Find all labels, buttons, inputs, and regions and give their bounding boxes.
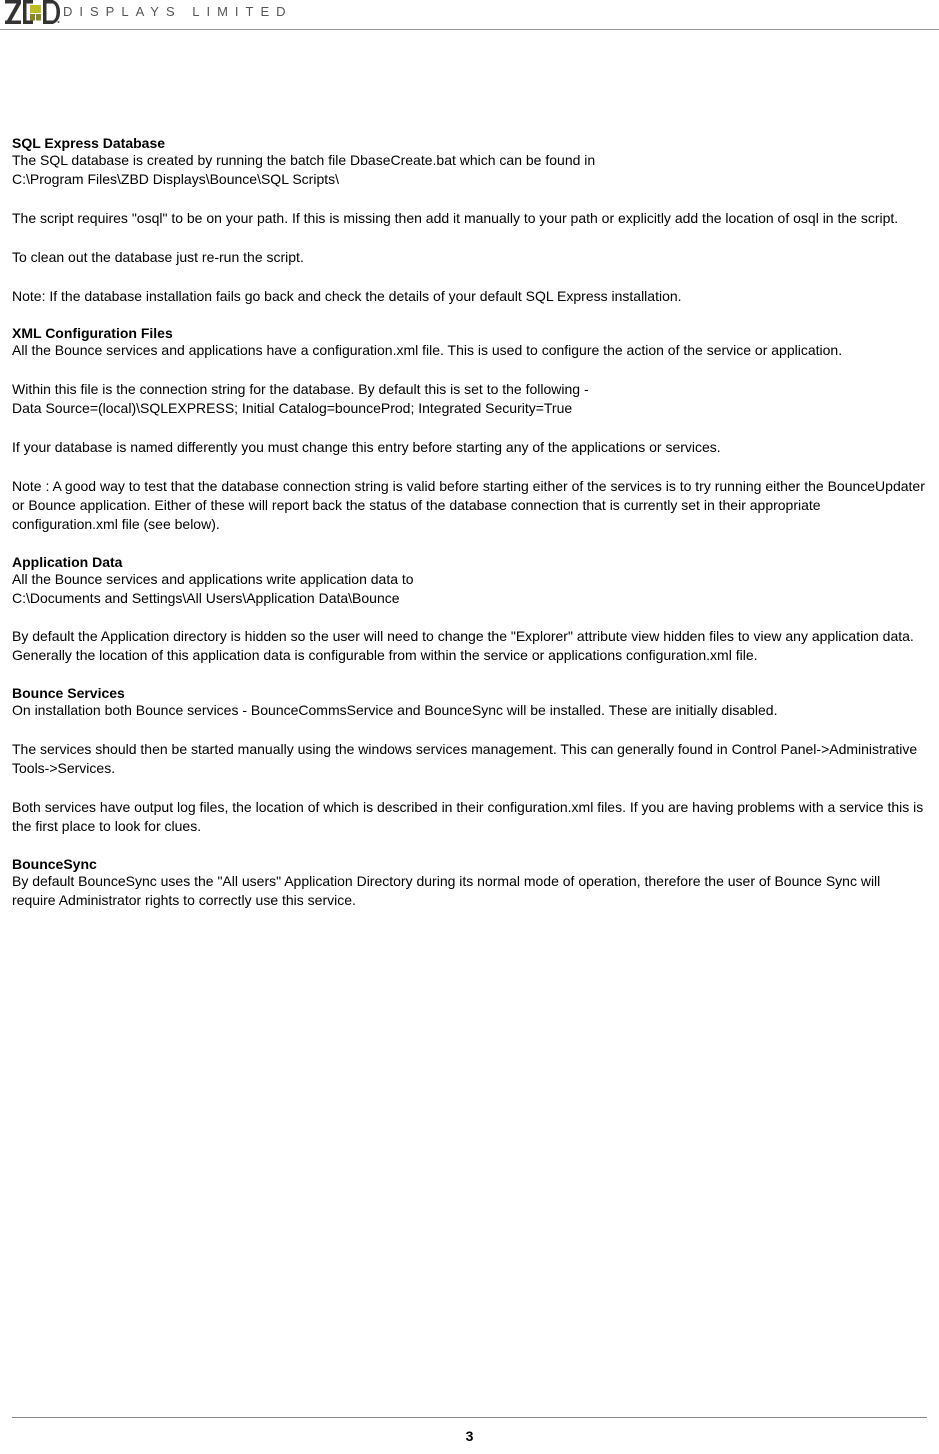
- xml-p5: Note : A good way to test that the datab…: [12, 477, 927, 534]
- xml-p4: If your database is named differently yo…: [12, 438, 927, 457]
- page-number: 3: [466, 1428, 474, 1444]
- appdata-p2: C:\Documents and Settings\All Users\Appl…: [12, 589, 927, 608]
- xml-heading: XML Configuration Files: [12, 325, 927, 341]
- services-p2: The services should then be started manu…: [12, 740, 927, 778]
- sql-heading: SQL Express Database: [12, 135, 927, 151]
- xml-p3: Data Source=(local)\SQLEXPRESS; Initial …: [12, 399, 927, 418]
- services-p1: On installation both Bounce services - B…: [12, 701, 927, 720]
- sync-p1: By default BounceSync uses the "All user…: [12, 872, 927, 910]
- sql-p4: To clean out the database just re-run th…: [12, 248, 927, 267]
- sql-p2: C:\Program Files\ZBD Displays\Bounce\SQL…: [12, 170, 927, 189]
- appdata-p1: All the Bounce services and applications…: [12, 570, 927, 589]
- sql-p1: The SQL database is created by running t…: [12, 151, 927, 170]
- page-footer: 3: [12, 1417, 927, 1444]
- xml-p1: All the Bounce services and applications…: [12, 341, 927, 360]
- services-heading: Bounce Services: [12, 685, 927, 701]
- company-name: DISPLAYS LIMITED: [63, 4, 293, 21]
- sql-p5: Note: If the database installation fails…: [12, 287, 927, 306]
- sync-heading: BounceSync: [12, 856, 927, 872]
- company-logo: [5, 0, 60, 24]
- xml-p2: Within this file is the connection strin…: [12, 380, 927, 399]
- services-p3: Both services have output log files, the…: [12, 798, 927, 836]
- page-header: DISPLAYS LIMITED: [0, 0, 939, 30]
- sql-p3: The script requires "osql" to be on your…: [12, 209, 927, 228]
- zbd-logo-icon: [5, 0, 60, 24]
- appdata-p3: By default the Application directory is …: [12, 627, 927, 646]
- document-content: SQL Express Database The SQL database is…: [0, 30, 939, 929]
- appdata-heading: Application Data: [12, 554, 927, 570]
- appdata-p4: Generally the location of this applicati…: [12, 646, 927, 665]
